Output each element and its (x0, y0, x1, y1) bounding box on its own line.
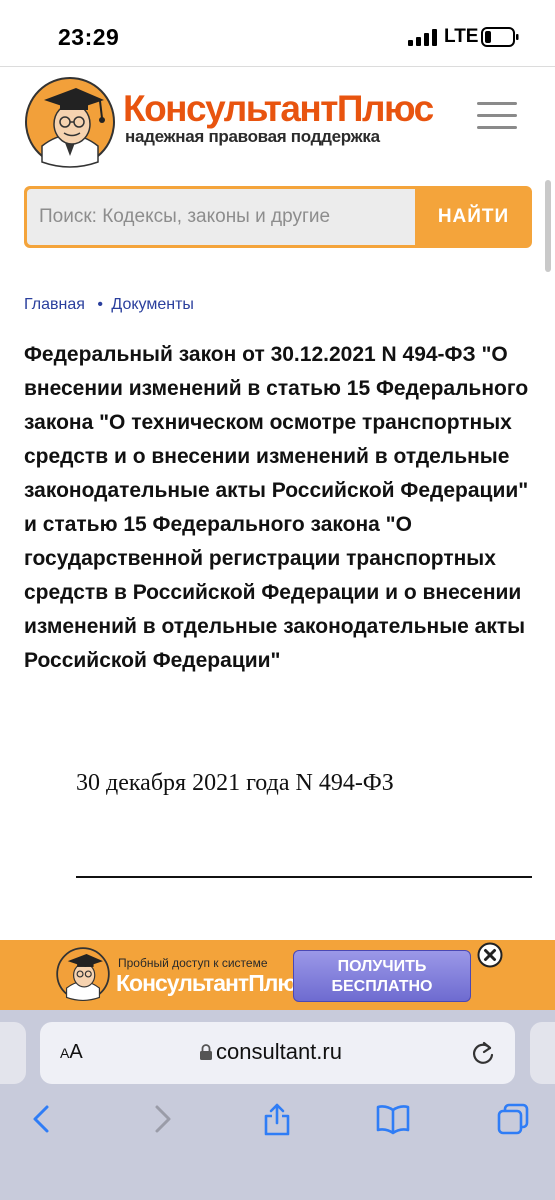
status-time: 23:29 (58, 24, 120, 50)
breadcrumb-home[interactable]: Главная (24, 296, 85, 313)
tabs-icon[interactable] (496, 1102, 530, 1136)
promo-brand: КонсультантПлюс (116, 970, 308, 996)
promo-banner[interactable]: Пробный доступ к системе КонсультантПлюс… (0, 940, 555, 1010)
browser-toolbar: AA consultant.ru (0, 1010, 555, 1200)
brand-name[interactable]: КонсультантПлюс (123, 88, 434, 130)
header-divider (0, 66, 555, 67)
document-date-line: 30 декабря 2021 года N 494-ФЗ (76, 770, 394, 796)
address-bar[interactable]: AA consultant.ru (40, 1022, 515, 1084)
get-free-trial-button[interactable]: ПОЛУЧИТЬ БЕСПЛАТНО (293, 950, 471, 1002)
next-tab-peek[interactable] (530, 1022, 555, 1084)
promo-caption: Пробный доступ к системе (118, 956, 268, 970)
page-settings-button[interactable]: AA (60, 1041, 83, 1064)
cell-signal-icon (408, 29, 437, 46)
share-icon[interactable] (260, 1102, 294, 1136)
battery-icon (481, 27, 519, 47)
book-icon[interactable] (376, 1102, 410, 1136)
hamburger-menu-button[interactable] (472, 96, 522, 136)
breadcrumb-separator: • (97, 296, 103, 313)
chevron-left-icon[interactable] (25, 1102, 59, 1136)
lock-icon (200, 1044, 212, 1060)
document-title: Федеральный закон от 30.12.2021 N 494-ФЗ… (24, 343, 529, 672)
page-scrollbar[interactable] (545, 180, 551, 272)
previous-tab-peek[interactable] (0, 1022, 26, 1084)
promo-cta-line1: ПОЛУЧИТЬ (337, 958, 427, 975)
consultant-mascot-logo[interactable] (24, 76, 116, 168)
breadcrumb: Главная • Документы (24, 296, 194, 314)
breadcrumb-documents[interactable]: Документы (111, 296, 193, 313)
close-icon[interactable] (477, 942, 503, 968)
url-text[interactable]: consultant.ru (216, 1039, 342, 1065)
search-form: НАЙТИ (24, 186, 532, 248)
reload-icon[interactable] (470, 1039, 496, 1067)
network-type: LTE (444, 26, 479, 47)
chevron-right-icon[interactable] (145, 1102, 179, 1136)
hamburger-icon (477, 102, 517, 105)
promo-cta-line2: БЕСПЛАТНО (331, 978, 433, 995)
brand-tagline: надежная правовая поддержка (125, 127, 380, 146)
promo-mascot-icon (56, 947, 110, 1001)
search-input[interactable] (27, 189, 415, 245)
search-button[interactable]: НАЙТИ (418, 189, 529, 245)
document-divider (76, 876, 532, 878)
status-bar: 23:29 LTE (0, 0, 555, 66)
